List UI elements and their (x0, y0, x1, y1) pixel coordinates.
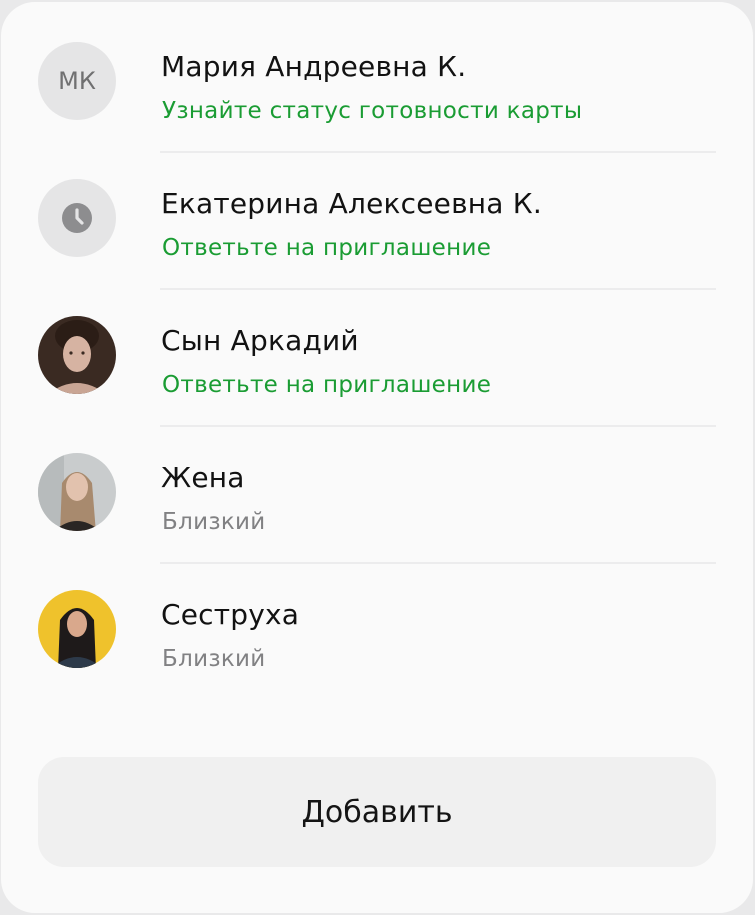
contact-name: Сеструха (161, 598, 300, 631)
contact-status: Близкий (162, 509, 266, 535)
contact-item-son[interactable]: Сын Аркадий Ответьте на приглашение (1, 290, 753, 427)
avatar-photo (38, 316, 116, 394)
contact-item-wife[interactable]: Жена Близкий (1, 427, 753, 564)
family-contacts-card: МК Мария Андреевна К. Узнайте статус гот… (1, 2, 753, 913)
avatar (38, 179, 116, 257)
contact-item-maria[interactable]: МК Мария Андреевна К. Узнайте статус гот… (1, 16, 753, 153)
contact-status[interactable]: Ответьте на приглашение (162, 372, 491, 398)
avatar-photo (38, 590, 116, 668)
avatar: МК (38, 42, 116, 120)
add-button[interactable]: Добавить (38, 757, 716, 867)
contact-name: Сын Аркадий (161, 324, 359, 357)
avatar-initials: МК (58, 67, 96, 95)
contact-name: Жена (161, 461, 245, 494)
contact-status[interactable]: Ответьте на приглашение (162, 235, 491, 261)
clock-icon (62, 203, 92, 233)
avatar-photo (38, 453, 116, 531)
contact-item-ekaterina[interactable]: Екатерина Алексеевна К. Ответьте на приг… (1, 153, 753, 290)
contact-name: Мария Андреевна К. (161, 50, 467, 83)
contact-status: Близкий (162, 646, 266, 672)
contact-status[interactable]: Узнайте статус готовности карты (162, 98, 582, 124)
contact-name: Екатерина Алексеевна К. (161, 187, 542, 220)
contact-item-sister[interactable]: Сеструха Близкий (1, 564, 753, 701)
